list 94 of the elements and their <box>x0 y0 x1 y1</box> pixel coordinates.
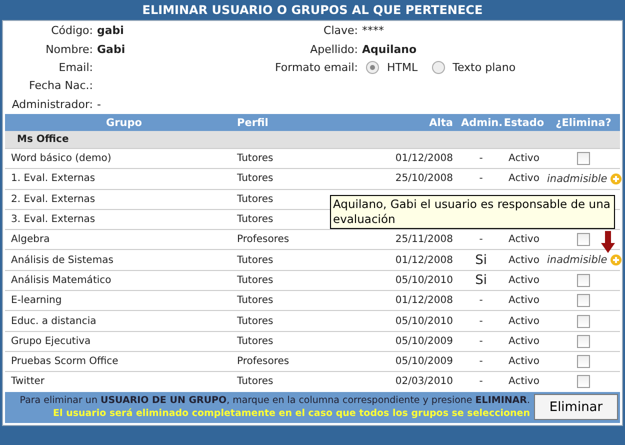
table-cell-text: 3. Eval. Externas <box>10 214 96 226</box>
field-label: Fecha Nac.: <box>29 79 93 92</box>
table-cell-text: Algebra <box>10 234 51 246</box>
field-label: Código: <box>51 24 93 38</box>
inadmissible-label: inadmisible <box>547 172 608 185</box>
table-cell-text: 05/10/2009 <box>394 356 454 368</box>
table-cell-text: Análisis de Sistemas <box>10 254 114 266</box>
column-header: Alta <box>428 116 454 128</box>
table-cell-text: Activo <box>508 173 540 184</box>
table-cell-text: 01/12/2008 <box>394 153 454 164</box>
table-cell-text: Tutores <box>237 316 274 327</box>
checkbox[interactable] <box>577 314 590 328</box>
radio-label[interactable]: HTML <box>387 60 418 75</box>
instruction-text: Para eliminar un USUARIO DE UN GRUPO, marque en la columna correspondiente y presione ELIMINAR. <box>20 394 530 408</box>
table-cell-text: Activo <box>508 295 540 306</box>
inadmissible-label: inadmisible <box>547 254 608 266</box>
tooltip: Aquilano, Gabi el usuario es responsable de una evaluación <box>330 195 615 229</box>
table-cell-text: Educ. a distancia <box>10 316 98 327</box>
table-cell-text: Análisis Matemático <box>10 274 112 286</box>
table-cell-text: E-learning <box>10 295 63 306</box>
field-value: Gabi <box>97 42 126 57</box>
table-cell-text: 05/10/2009 <box>394 336 454 347</box>
table-cell-text: Grupo Ejecutiva <box>10 336 92 347</box>
table-cell-text: Pruebas Scorm Office <box>10 356 120 368</box>
field-label: Formato email: <box>274 60 358 75</box>
checkbox[interactable] <box>577 152 590 166</box>
checkbox[interactable] <box>577 233 590 246</box>
table-cell-text: 02/03/2010 <box>394 376 454 388</box>
table-cell-text: Profesores <box>237 356 290 368</box>
table-cell-text: Tutores <box>237 173 274 184</box>
column-header: Perfil <box>237 116 270 128</box>
table-cell-text: Tutores <box>237 336 274 347</box>
table-cell-text: Tutores <box>237 376 274 388</box>
checkbox[interactable] <box>577 274 590 287</box>
table-cell-text: Activo <box>508 336 540 347</box>
table-cell-text: - <box>478 376 484 388</box>
table-cell-text: Twitter <box>10 376 46 388</box>
table-cell-text: Activo <box>508 274 540 286</box>
delete-button[interactable]: Eliminar <box>534 394 618 420</box>
table-cell-text: - <box>478 295 484 306</box>
table-cell-text: Word básico (demo) <box>10 153 112 164</box>
radio-button[interactable] <box>432 61 445 74</box>
field-label: Apellido: <box>309 42 358 57</box>
checkbox[interactable] <box>577 334 590 348</box>
table-cell-text: - <box>478 356 484 368</box>
admin-value: - <box>97 98 101 112</box>
field-label: Clave: <box>322 24 358 38</box>
table-cell-text: - <box>478 234 484 246</box>
table-cell-text: 1. Eval. Externas <box>10 173 96 184</box>
checkbox[interactable] <box>577 355 590 368</box>
field-value: **** <box>362 24 384 38</box>
window-title: ELIMINAR USUARIO O GRUPOS AL QUE PERTENECE <box>141 2 484 19</box>
table-cell-text: Activo <box>508 356 540 368</box>
table-cell-text: Tutores <box>237 153 274 164</box>
section-header: Ms Office <box>5 131 620 148</box>
radio-label[interactable]: Texto plano <box>452 60 516 75</box>
table-cell-text: Si <box>474 272 488 288</box>
table-cell-text: - <box>478 173 484 184</box>
table-cell-text: Tutores <box>237 295 274 306</box>
table-cell-text: Activo <box>508 316 540 327</box>
table-cell-text: - <box>478 316 484 327</box>
table-cell-text: Activo <box>508 376 540 388</box>
table-cell-text: 01/12/2008 <box>394 254 454 266</box>
field-label: Email: <box>58 60 93 74</box>
table-cell-text: 01/12/2008 <box>394 295 454 306</box>
warning-text: El usuario será eliminado completamente en el caso que todos los grupos se seleccionen <box>53 407 530 420</box>
table-cell-text: Activo <box>508 153 540 164</box>
down-arrow-icon <box>601 231 615 253</box>
table-cell-text: - <box>478 153 484 164</box>
table-cell-text: Tutores <box>237 274 274 286</box>
field-value: Aquilano <box>362 42 417 57</box>
column-header: Estado <box>502 116 546 128</box>
column-header: ¿Elimina? <box>554 116 612 128</box>
table-cell-text: Profesores <box>237 234 290 246</box>
plus-icon[interactable] <box>610 172 622 185</box>
column-header: Grupo <box>104 116 143 128</box>
table-cell-text: Tutores <box>237 254 274 266</box>
admin-label: Administrador: <box>12 98 93 111</box>
table-cell-text: Activo <box>508 234 540 246</box>
table-cell-text: Si <box>474 252 488 268</box>
checkbox[interactable] <box>577 294 590 308</box>
plus-icon[interactable] <box>610 254 622 266</box>
table-cell-text: 25/10/2008 <box>394 173 454 184</box>
column-header: Admin. <box>461 116 501 128</box>
radio-button[interactable] <box>366 61 379 74</box>
checkbox[interactable] <box>577 375 590 388</box>
field-label: Nombre: <box>46 42 93 56</box>
table-cell-text: Activo <box>508 254 540 266</box>
table-cell-text: 2. Eval. Externas <box>10 194 96 205</box>
table-cell-text: 05/10/2010 <box>394 274 454 286</box>
field-value: gabi <box>97 24 124 38</box>
table-cell-text: - <box>478 336 484 347</box>
table-cell-text: 05/10/2010 <box>394 316 454 327</box>
table-cell-text: 25/11/2008 <box>394 234 454 246</box>
